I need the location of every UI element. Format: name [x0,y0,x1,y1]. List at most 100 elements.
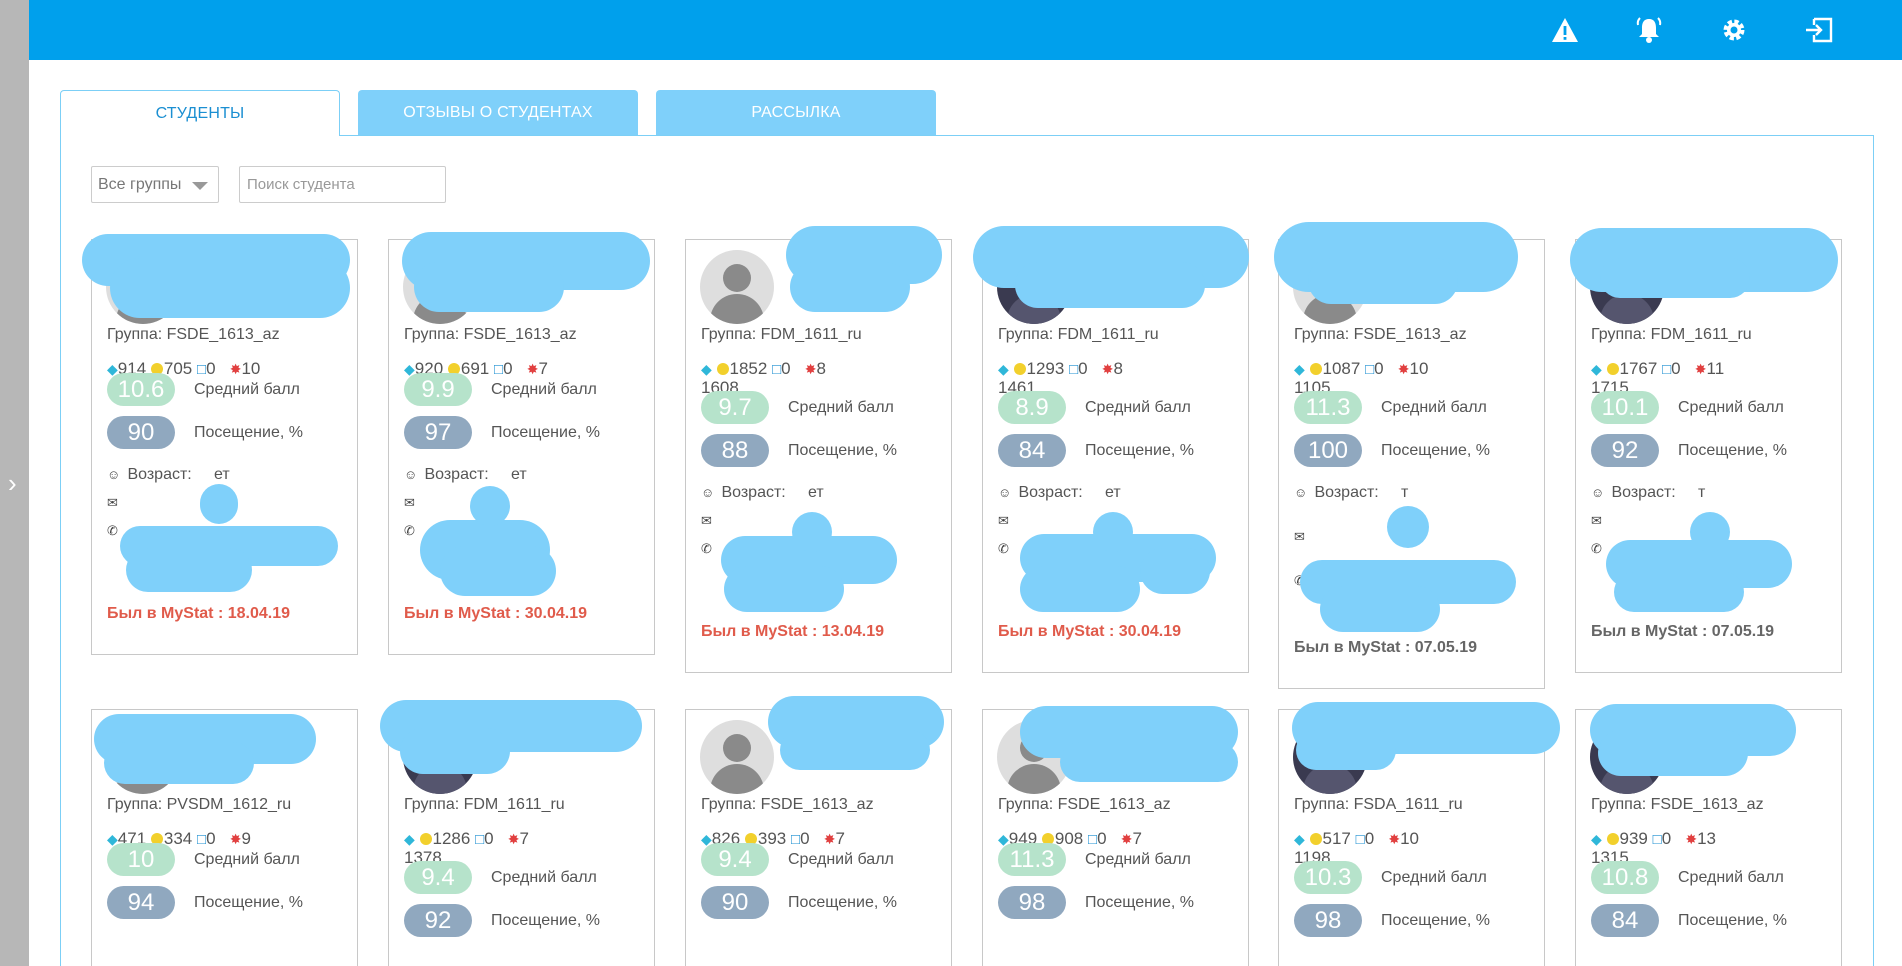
average-score-row: 10.8 Средний балл [1591,861,1784,894]
average-score-pill: 10.3 [1294,861,1362,894]
student-search-input[interactable] [239,166,446,203]
average-score-row: 8.9 Средний балл [998,391,1191,424]
virus-stat: ✸10 [1388,829,1419,848]
student-group: Группа: FSDE_1613_az [1591,796,1764,813]
attendance-label: Посещение, % [1381,911,1490,929]
attendance-label: Посещение, % [788,893,897,911]
average-score-label: Средний балл [1381,398,1487,416]
diamond-icon: ◆ [1294,831,1305,847]
average-score-row: 10.6 Средний балл [107,373,300,406]
gems-stat: ◆ [404,830,415,848]
phone-icon: ✆ [1591,541,1602,556]
virus-stat: ✸13 [1685,829,1716,848]
attendance-row: 90 Посещение, % [107,416,303,449]
attendance-label: Посещение, % [194,893,303,911]
average-score-row: 9.4 Средний балл [701,843,894,876]
attendance-row: 97 Посещение, % [404,416,600,449]
email-icon: ✉ [998,513,1009,528]
diamond-icon: ◆ [404,831,415,847]
redaction-blob [1296,730,1396,770]
attendance-pill: 92 [1591,434,1659,467]
group-filter-select[interactable]: Все группы [91,166,219,203]
warning-icon[interactable] [1549,14,1581,46]
average-score-pill: 10 [107,843,175,876]
phone-icon: ✆ [701,541,712,556]
average-score-pill: 8.9 [998,391,1066,424]
average-score-row: 10.3 Средний балл [1294,861,1487,894]
age-row: ☺ Возраст: ет [107,466,230,483]
diamond-icon: ◆ [1591,361,1602,377]
attendance-pill: 84 [998,434,1066,467]
settings-gear-icon[interactable] [1718,14,1750,46]
average-score-row: 11.3 Средний балл [1294,391,1487,424]
average-score-label: Средний балл [788,850,894,868]
last-visit: Был в MyStat : 18.04.19 [107,605,291,622]
attendance-pill: 84 [1591,904,1659,937]
attendance-row: 100 Посещение, % [1294,434,1490,467]
student-group: Группа: FDM_1611_ru [998,326,1159,343]
comment-icon: □ [1365,361,1375,378]
top-bar [29,0,1902,60]
redaction-blob [1140,548,1210,594]
average-score-pill: 9.7 [701,391,769,424]
last-visit: Был в MyStat : 30.04.19 [998,623,1182,640]
average-score-pill: 10.6 [107,373,175,406]
comment-icon: □ [475,831,485,848]
tab-mailing[interactable]: РАССЫЛКА [656,90,936,136]
virus-stat: ✸10 [1397,359,1429,378]
redaction-blob [440,546,556,596]
email-icon: ✉ [1591,513,1602,528]
virus-icon: ✸ [1101,361,1114,377]
gems-stat: ◆ [1591,830,1602,848]
average-score-label: Средний балл [1085,850,1191,868]
attendance-row: 92 Посещение, % [404,904,600,937]
coins-stat: 1852 [716,360,767,378]
virus-icon: ✸ [1694,361,1707,377]
tab-students[interactable]: СТУДЕНТЫ [60,90,340,136]
comment-icon: □ [1069,361,1079,378]
logout-icon[interactable] [1803,14,1835,46]
attendance-pill: 94 [107,886,175,919]
student-group: Группа: FDM_1611_ru [1591,326,1752,343]
redaction-blob [110,258,350,318]
age-row: ☺ Возраст: т [1294,484,1409,501]
tab-student-reviews[interactable]: ОТЗЫВЫ О СТУДЕНТАХ [358,90,638,136]
average-score-label: Средний балл [491,380,597,398]
redaction-blob [104,742,254,784]
average-score-label: Средний балл [1678,868,1784,886]
last-visit: Был в MyStat : 07.05.19 [1591,623,1775,640]
diamond-icon: ◆ [1591,831,1602,847]
age-row: ☺ Возраст: т [1591,484,1706,501]
comment-icon: □ [1652,831,1662,848]
average-score-row: 10.1 Средний балл [1591,391,1784,424]
email-icon: ✉ [404,495,415,510]
face-icon: ☺ [998,485,1012,500]
coins-stat: 1087 [1309,360,1360,378]
chevron-right-icon[interactable]: › [8,470,17,496]
phone-icon: ✆ [107,523,118,538]
student-group: Группа: FSDE_1613_az [998,796,1171,813]
average-score-label: Средний балл [491,868,597,886]
redaction-blob [724,566,844,612]
redaction-blob [790,262,910,312]
average-score-pill: 10.1 [1591,391,1659,424]
average-score-label: Средний балл [1085,398,1191,416]
attendance-row: 84 Посещение, % [1591,904,1787,937]
redaction-blob [126,548,252,592]
average-score-pill: 9.9 [404,373,472,406]
redaction-blob [1600,258,1750,298]
average-score-row: 9.4 Средний балл [404,861,597,894]
email-icon: ✉ [701,513,712,528]
bell-icon[interactable] [1633,14,1665,46]
attendance-label: Посещение, % [1678,441,1787,459]
attendance-label: Посещение, % [194,423,303,441]
coin-icon [1309,363,1322,375]
redaction-blob [1320,586,1440,632]
attendance-row: 94 Посещение, % [107,886,303,919]
dropdown-caret-icon [192,182,208,190]
coin-icon [419,833,432,845]
attendance-label: Посещение, % [1085,441,1194,459]
comment-icon: □ [772,361,782,378]
messages-stat: □0 [1355,829,1375,849]
coins-stat: 939 [1606,830,1648,848]
